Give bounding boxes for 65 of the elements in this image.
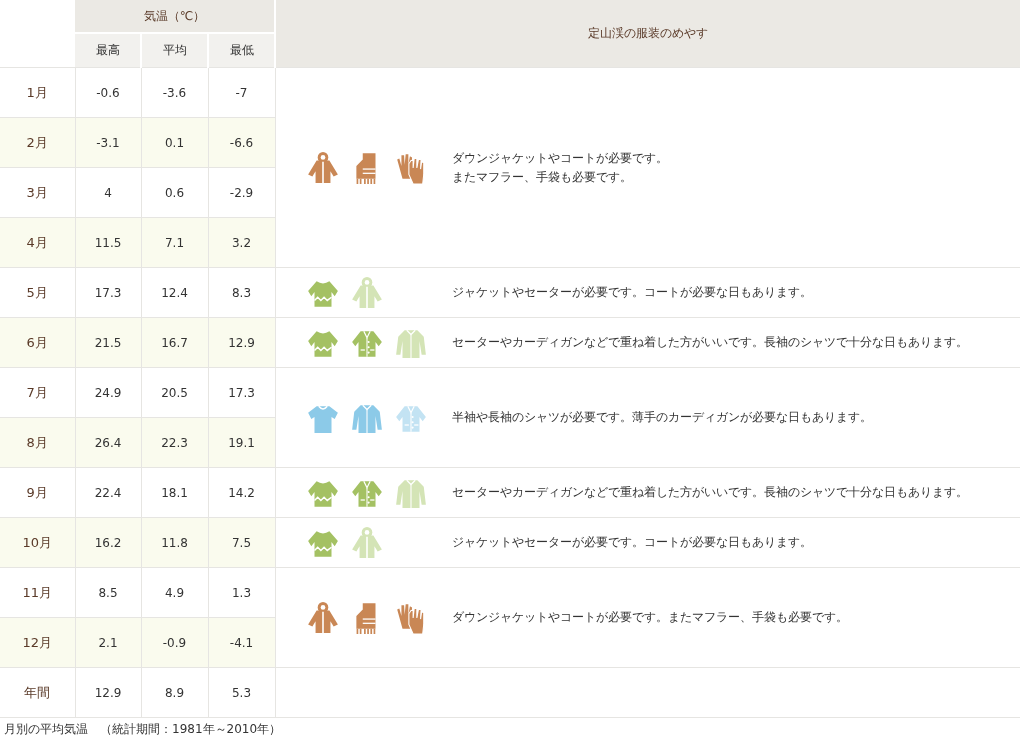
table-cell: 7.1 (141, 217, 208, 268)
month-cell: 6月 (0, 317, 75, 368)
table-cell: 19.1 (208, 417, 276, 468)
month-cell: 10月 (0, 517, 75, 568)
table-cell: 12.9 (208, 317, 276, 368)
table-cell: 8.9 (141, 667, 208, 718)
table-cell: 22.4 (75, 467, 141, 518)
table-cell: 26.4 (75, 417, 141, 468)
month-cell: 8月 (0, 417, 75, 468)
month-cell: 1月 (0, 67, 75, 118)
month-cell: 12月 (0, 617, 75, 668)
month-cell: 5月 (0, 267, 75, 318)
table-cell: 8.5 (75, 567, 141, 618)
table-cell: -4.1 (208, 617, 276, 668)
column-header: 平均 (141, 33, 208, 68)
table-cell: -7 (208, 67, 276, 118)
clothing-advice-text: セーターやカーディガンなどで重ね着した方がいいです。長袖のシャツで十分な日もあります。 (451, 334, 968, 351)
clothing-advice-text: ダウンジャケットやコートが必要です。 (451, 149, 668, 167)
table-cell: -6.6 (208, 117, 276, 168)
clothing-advice-text: セーターやカーディガンなどで重ね着した方がいいです。長袖のシャツで十分な日もあります。 (451, 484, 968, 501)
table-cell: 4 (75, 167, 141, 218)
table-cell: 17.3 (75, 267, 141, 318)
table-cell: 8.3 (208, 267, 276, 318)
table-cell: 2.1 (75, 617, 141, 668)
column-header: 最低 (208, 33, 276, 68)
table-cell: -0.6 (75, 67, 141, 118)
table-cell: 1.3 (208, 567, 276, 618)
month-cell: 3月 (0, 167, 75, 218)
clothing-advice-text: ジャケットやセーターが必要です。コートが必要な日もあります。 (451, 534, 812, 551)
table-cell: -0.9 (141, 617, 208, 668)
table-cell: -3.6 (141, 67, 208, 118)
temperature-header: 気温（℃） (75, 0, 276, 33)
clothing-advice-text: またマフラー、手袋も必要です。 (451, 168, 633, 186)
table-cell: 21.5 (75, 317, 141, 368)
table-cell: 5.3 (208, 667, 276, 718)
table-cell: 16.7 (141, 317, 208, 368)
table-cell: 20.5 (141, 367, 208, 418)
month-cell: 4月 (0, 217, 75, 268)
table-cell: 22.3 (141, 417, 208, 468)
table-cell: 11.8 (141, 517, 208, 568)
column-header: 最高 (75, 33, 141, 68)
clothing-advice-text: ジャケットやセーターが必要です。コートが必要な日もあります。 (451, 284, 812, 301)
clothing-advice-text: 半袖や長袖のシャツが必要です。薄手のカーディガンが必要な日もあります。 (451, 409, 872, 426)
table-caption: 月別の平均気温 （統計期間：1981年～2010年） (3, 721, 283, 738)
month-cell: 7月 (0, 367, 75, 418)
month-cell: 2月 (0, 117, 75, 168)
month-cell: 9月 (0, 467, 75, 518)
table-cell: 4.9 (141, 567, 208, 618)
clothing-advice-text: ダウンジャケットやコートが必要です。またマフラー、手袋も必要です。 (451, 609, 848, 626)
month-cell: 11月 (0, 567, 75, 618)
clothing-guide-header: 定山渓の服装のめやす (275, 0, 1020, 68)
table-cell: 12.9 (75, 667, 141, 718)
table-cell: 16.2 (75, 517, 141, 568)
table-cell: 0.6 (141, 167, 208, 218)
table-cell: 18.1 (141, 467, 208, 518)
table-cell: 24.9 (75, 367, 141, 418)
table-cell: 17.3 (208, 367, 276, 418)
table-cell: 0.1 (141, 117, 208, 168)
month-cell: 年間 (0, 667, 75, 718)
table-cell: 14.2 (208, 467, 276, 518)
table-cell: 12.4 (141, 267, 208, 318)
table-cell: -3.1 (75, 117, 141, 168)
table-cell: 7.5 (208, 517, 276, 568)
table-cell: 11.5 (75, 217, 141, 268)
table-cell: 3.2 (208, 217, 276, 268)
